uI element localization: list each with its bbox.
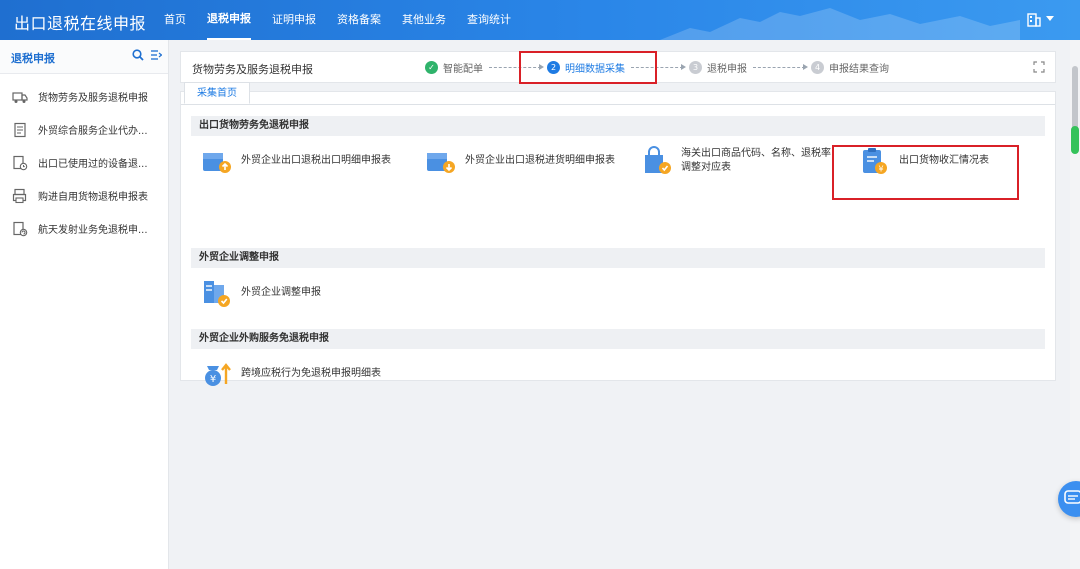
nav-statistics[interactable]: 查询统计 (467, 0, 511, 40)
sidebar-item-goods-services-refund[interactable]: 货物劳务及服务退税申报 (0, 80, 168, 113)
chat-icon (1064, 490, 1080, 504)
card-customs-code-table[interactable]: 海关出口商品代码、名称、退税率 调整对应表 (641, 145, 849, 177)
sidebar-item-label: 出口已使用过的设备退... (38, 159, 148, 170)
sidebar-item-label: 航天发射业务免退税申... (38, 225, 148, 236)
upload-box-icon (203, 153, 231, 173)
card-adjustment-declare[interactable]: 外贸企业调整申报 (201, 277, 321, 309)
document-icon (14, 122, 26, 137)
step-label: 申报结果查询 (829, 64, 889, 75)
card-label: 外贸企业出口退税出口明细申报表 (241, 155, 391, 166)
step-label: 退税申报 (707, 64, 747, 75)
step-result-query[interactable]: 4 申报结果查询 (811, 60, 889, 75)
card-cross-border-taxable[interactable]: ¥ 跨境应税行为免退税申报明细表 (201, 358, 381, 390)
page-title: 货物劳务及服务退税申报 (192, 63, 313, 76)
sidebar-item-label: 购进自用货物退税申报表 (38, 192, 148, 203)
sidebar-item-label: 货物劳务及服务退税申报 (38, 93, 148, 104)
tab-bar: 采集首页 (184, 82, 250, 104)
nav-tax-refund[interactable]: 退税申报 (207, 0, 251, 40)
tab-collection-home[interactable]: 采集首页 (184, 82, 250, 104)
step-connector (489, 64, 544, 70)
step-smart-match[interactable]: ✓ 智能配单 (425, 60, 483, 75)
section-outsourced-service: 外贸企业外购服务免退税申报 ¥ 跨境应税行为免退税申报明细表 (191, 329, 1045, 399)
step-detail-collection[interactable]: 2 明细数据采集 (547, 60, 625, 75)
section-title: 外贸企业外购服务免退税申报 (191, 329, 1045, 349)
section-title: 出口货物劳务免退税申报 (191, 116, 1045, 136)
card-export-forex[interactable]: ¥ 出口货物收汇情况表 (859, 145, 1039, 177)
card-purchase-detail[interactable]: 外贸企业出口退税进货明细申报表 (425, 145, 637, 177)
sidebar-title: 退税申报 (11, 52, 55, 65)
main-nav: 首页 退税申报 证明申报 资格备案 其他业务 查询统计 (164, 0, 532, 40)
step-number: 2 (547, 61, 560, 74)
nav-home[interactable]: 首页 (164, 0, 186, 40)
search-icon[interactable] (132, 49, 144, 61)
nav-certificate[interactable]: 证明申报 (272, 0, 316, 40)
top-bar: 出口退税在线申报 首页 退税申报 证明申报 资格备案 其他业务 查询统计 (0, 0, 1080, 40)
user-menu[interactable] (1026, 11, 1054, 27)
clipboard-money-icon: ¥ (863, 148, 887, 174)
svg-text:¥: ¥ (878, 165, 883, 174)
chevron-down-icon (1046, 16, 1054, 21)
fullscreen-icon[interactable] (1033, 61, 1045, 73)
printer-icon (12, 188, 27, 203)
card-label: 跨境应税行为免退税申报明细表 (241, 368, 381, 379)
download-box-icon (427, 153, 455, 173)
section-adjustment: 外贸企业调整申报 外贸企业调整申报 (191, 248, 1045, 318)
building-icon (1027, 13, 1041, 27)
step-refund-declare[interactable]: 3 退税申报 (689, 60, 747, 75)
step-number: 4 (811, 61, 824, 74)
step-label: 智能配单 (443, 64, 483, 75)
document-refresh-icon (13, 221, 28, 236)
great-wall-decoration (660, 8, 1020, 40)
scroll-indicator (1071, 126, 1079, 154)
sidebar: 退税申报 货物劳务及服务退税申报 外贸综合服务企业代办... 出口已使用过的设备… (0, 40, 169, 569)
sidebar-item-self-use-goods[interactable]: 购进自用货物退税申报表 (0, 179, 168, 212)
step-connector (631, 64, 686, 70)
step-bar: 货物劳务及服务退税申报 ✓ 智能配单 2 明细数据采集 3 退税申报 4 申报结… (180, 51, 1056, 83)
check-icon: ✓ (425, 61, 438, 74)
sidebar-item-aerospace-launch[interactable]: 航天发射业务免退税申... (0, 212, 168, 245)
step-number: 3 (689, 61, 702, 74)
step-progress: ✓ 智能配单 2 明细数据采集 3 退税申报 4 申报结果查询 (425, 60, 889, 75)
adjust-doc-icon (204, 281, 230, 307)
collapse-menu-icon[interactable] (150, 49, 162, 61)
content-panel: 采集首页 出口货物劳务免退税申报 外贸企业出口退税出口明细申报表 外贸企业出口退… (180, 82, 1056, 386)
app-title: 出口退税在线申报 (14, 14, 147, 33)
chat-support-button[interactable] (1058, 481, 1080, 517)
svg-text:¥: ¥ (210, 374, 216, 385)
section-export-goods: 出口货物劳务免退税申报 外贸企业出口退税出口明细申报表 外贸企业出口退税进货明细… (191, 116, 1045, 186)
card-export-detail[interactable]: 外贸企业出口退税出口明细申报表 (201, 145, 413, 177)
card-label: 外贸企业调整申报 (241, 287, 321, 298)
sidebar-item-used-equipment[interactable]: 出口已使用过的设备退... (0, 146, 168, 179)
step-connector (753, 64, 808, 70)
section-title: 外贸企业调整申报 (191, 248, 1045, 268)
card-label: 出口货物收汇情况表 (899, 155, 989, 166)
document-clock-icon (13, 155, 28, 170)
money-bag-up-icon: ¥ (205, 363, 231, 386)
tab-divider (181, 104, 1055, 105)
step-label: 明细数据采集 (565, 64, 625, 75)
sidebar-header: 退税申报 (0, 40, 168, 74)
card-label: 外贸企业出口退税进货明细申报表 (465, 155, 615, 166)
shopping-bag-icon (645, 146, 671, 174)
sidebar-item-label: 外贸综合服务企业代办... (38, 126, 148, 137)
main-content: 货物劳务及服务退税申报 ✓ 智能配单 2 明细数据采集 3 退税申报 4 申报结… (180, 51, 1056, 386)
nav-qualification[interactable]: 资格备案 (337, 0, 381, 40)
card-label: 海关出口商品代码、名称、退税率 调整对应表 (681, 148, 831, 173)
nav-other[interactable]: 其他业务 (402, 0, 446, 40)
truck-icon (12, 91, 28, 103)
sidebar-item-trade-service-agent[interactable]: 外贸综合服务企业代办... (0, 113, 168, 146)
